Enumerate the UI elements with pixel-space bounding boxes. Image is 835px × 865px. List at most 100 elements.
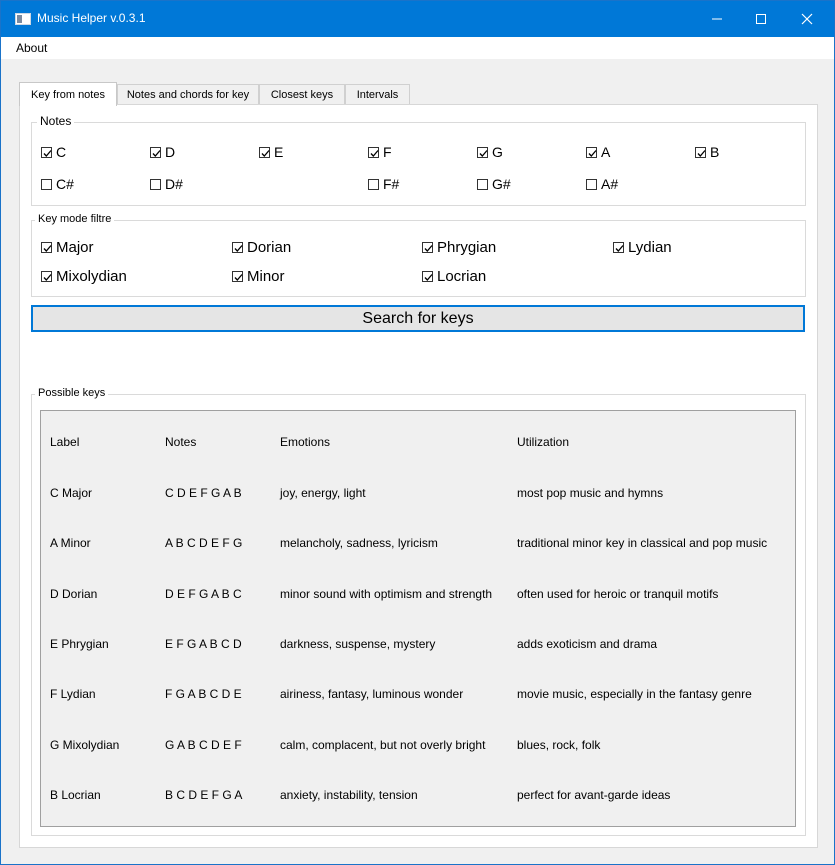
checkmark-icon [370, 149, 379, 157]
checkbox-lydian[interactable]: Lydian [613, 239, 672, 256]
checkbox-g-sharp[interactable]: G# [477, 176, 511, 192]
tab-key-from-notes[interactable]: Key from notes [19, 82, 117, 106]
checkbox-c-sharp[interactable]: C# [41, 176, 74, 192]
close-button[interactable] [784, 1, 830, 37]
checkmark-icon [234, 274, 243, 281]
checkbox-box[interactable] [613, 242, 624, 253]
notes-group [31, 122, 806, 206]
checkbox-box[interactable] [368, 178, 379, 190]
table-cell: E F G A B C D [165, 637, 242, 651]
checkbox-label: F# [383, 176, 400, 192]
checkbox-label: A# [601, 176, 619, 192]
checkbox-a-sharp[interactable]: A# [586, 176, 618, 192]
checkbox-box[interactable] [41, 242, 52, 253]
table-cell: D Dorian [50, 587, 98, 601]
checkbox-label: C# [56, 176, 74, 192]
checkbox-box[interactable] [41, 271, 52, 282]
checkbox-label: A [601, 144, 611, 160]
table-cell: perfect for avant-garde ideas [517, 788, 671, 802]
minimize-icon [712, 18, 722, 20]
checkbox-f-sharp[interactable]: F# [368, 176, 399, 192]
table-cell: adds exoticism and drama [517, 637, 658, 651]
checkbox-label: E [274, 144, 284, 160]
checkmark-icon [424, 245, 433, 252]
table-cell: traditional minor key in classical and p… [517, 536, 768, 550]
table-cell: often used for heroic or tranquil motifs [517, 587, 719, 601]
checkbox-label: Minor [247, 268, 285, 285]
table-cell: A B C D E F G [165, 536, 243, 550]
checkmark-icon [43, 149, 52, 157]
checkbox-box[interactable] [232, 242, 243, 253]
table-cell: movie music, especially in the fantasy g… [517, 687, 752, 701]
checkmark-icon [424, 274, 433, 281]
checkbox-minor[interactable]: Minor [232, 268, 285, 285]
checkbox-label: G [492, 144, 503, 160]
checkbox-box[interactable] [477, 146, 488, 158]
checkbox-f[interactable]: F [368, 144, 392, 160]
close-icon [801, 13, 813, 25]
checkmark-icon [479, 149, 488, 157]
checkbox-locrian[interactable]: Locrian [422, 268, 486, 285]
checkbox-box[interactable] [368, 146, 379, 158]
checkbox-d[interactable]: D [150, 144, 175, 160]
checkbox-box[interactable] [41, 178, 52, 190]
checkbox-phrygian[interactable]: Phrygian [422, 239, 496, 256]
checkbox-label: C [56, 144, 67, 160]
window-title: Music Helper v.0.3.1 [37, 11, 146, 25]
table-cell: calm, complacent, but not overly bright [280, 738, 486, 752]
tab-intervals[interactable]: Intervals [345, 84, 410, 104]
checkbox-c[interactable]: C [41, 144, 66, 160]
table-cell: A Minor [50, 536, 91, 550]
tab-closest-keys[interactable]: Closest keys [259, 84, 345, 104]
checkbox-mixolydian[interactable]: Mixolydian [41, 268, 127, 285]
table-cell: F Lydian [50, 687, 96, 701]
checkbox-e[interactable]: E [259, 144, 283, 160]
checkbox-major[interactable]: Major [41, 239, 94, 256]
app-icon [15, 13, 31, 25]
table-cell: most pop music and hymns [517, 486, 664, 500]
checkbox-label: Major [56, 239, 94, 256]
checkbox-box[interactable] [41, 146, 52, 158]
menu-about[interactable]: About [16, 41, 47, 55]
keys-table[interactable]: Label Notes Emotions Utilization C Major C D … [40, 410, 796, 827]
checkbox-b[interactable]: B [695, 144, 719, 160]
checkbox-box[interactable] [150, 178, 161, 190]
table-cell: F G A B C D E [165, 687, 242, 701]
table-cell: E Phrygian [50, 637, 109, 651]
table-cell: G A B C D E F [165, 738, 242, 752]
checkbox-box[interactable] [586, 178, 597, 190]
checkbox-box[interactable] [477, 178, 488, 190]
table-cell: D E F G A B C [165, 587, 242, 601]
notes-group-title: Notes [37, 114, 75, 128]
minimize-button[interactable] [694, 1, 740, 37]
checkmark-icon [43, 274, 52, 281]
checkbox-dorian[interactable]: Dorian [232, 239, 291, 256]
checkbox-box[interactable] [150, 146, 161, 158]
checkbox-label: Lydian [628, 239, 672, 256]
checkbox-label: Phrygian [437, 239, 497, 256]
table-cell: C D E F G A B [165, 486, 242, 500]
mode-group [31, 220, 806, 297]
checkbox-label: Dorian [247, 239, 292, 256]
checkbox-label: Locrian [437, 268, 487, 285]
checkbox-box[interactable] [422, 271, 433, 282]
checkbox-box[interactable] [422, 242, 433, 253]
checkmark-icon [615, 245, 624, 252]
checkbox-box[interactable] [259, 146, 270, 158]
maximize-button[interactable] [738, 1, 784, 37]
checkbox-box[interactable] [695, 146, 706, 158]
checkbox-label: Mixolydian [56, 268, 127, 285]
checkbox-a[interactable]: A [586, 144, 610, 160]
table-cell: airiness, fantasy, luminous wonder [280, 687, 464, 701]
tab-notes-and-chords[interactable]: Notes and chords for key [117, 84, 259, 104]
title-bar[interactable]: Music Helper v.0.3.1 [1, 1, 834, 37]
checkbox-box[interactable] [586, 146, 597, 158]
checkbox-d-sharp[interactable]: D# [150, 176, 183, 192]
search-keys-button[interactable]: Search for keys [31, 305, 805, 332]
checkbox-g[interactable]: G [477, 144, 503, 160]
results-group-title: Possible keys [35, 387, 109, 399]
table-header-cell: Utilization [517, 435, 570, 449]
checkbox-box[interactable] [232, 271, 243, 282]
table-cell: blues, rock, folk [517, 738, 601, 752]
table-cell: G Mixolydian [50, 738, 120, 752]
